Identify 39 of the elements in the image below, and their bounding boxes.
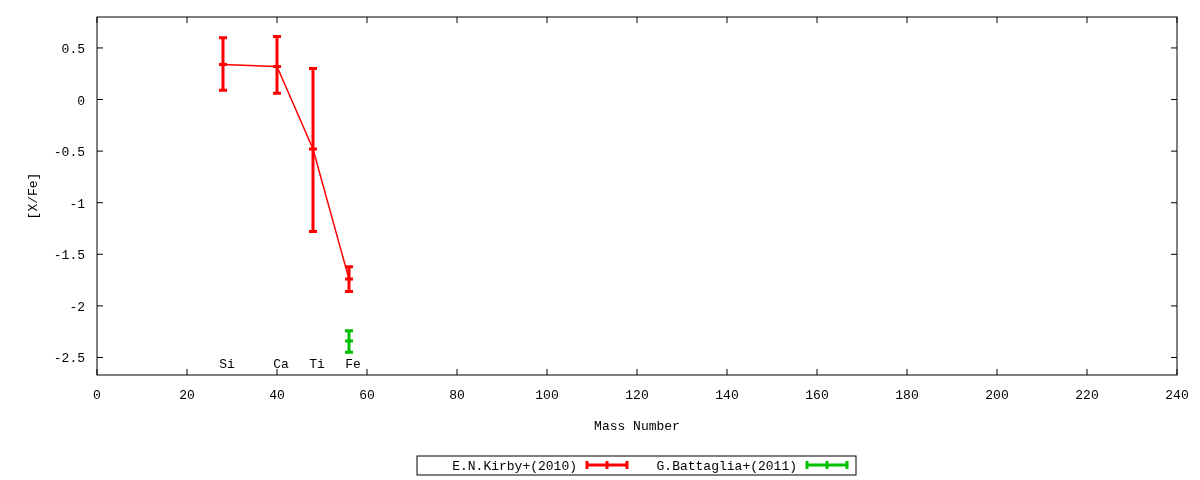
- tick-label: 20: [179, 388, 195, 403]
- tick-label: 100: [535, 388, 559, 403]
- tick-label: -2.5: [53, 351, 85, 367]
- element-label: Ca: [273, 357, 289, 372]
- tick-label: 0.5: [61, 41, 85, 57]
- error-bar: [343, 329, 355, 354]
- tick-label: 160: [805, 388, 829, 403]
- tick-label: 180: [895, 388, 919, 403]
- element-label: Ti: [309, 357, 325, 372]
- tick-label: 0: [93, 388, 101, 403]
- tick-label: -2: [69, 299, 85, 315]
- tick-label: 80: [449, 388, 465, 403]
- tick-label: 140: [715, 388, 739, 403]
- tick-label: -0.5: [53, 145, 85, 161]
- tick-label: 60: [359, 388, 375, 403]
- tick-label: 0: [77, 93, 85, 109]
- y-axis-label: [X/Fe]: [26, 172, 41, 220]
- tick-label: -1.5: [53, 248, 85, 264]
- tick-label: 40: [269, 388, 285, 403]
- data-point: [309, 147, 317, 151]
- tick-label: 120: [625, 388, 649, 403]
- x-axis-label: Mass Number: [594, 419, 680, 434]
- tick-label: 240: [1165, 388, 1189, 403]
- data-point: [345, 277, 353, 281]
- data-point: [345, 339, 353, 343]
- data-point: [273, 65, 281, 68]
- legend-label: E.N.Kirby+(2010): [452, 459, 577, 474]
- legend-sample: [805, 459, 849, 471]
- element-label: Si: [219, 357, 235, 372]
- tick-label: -1: [69, 196, 85, 212]
- error-bar: [343, 265, 355, 293]
- tick-label: 200: [985, 388, 1009, 403]
- tick-label: 220: [1075, 388, 1099, 403]
- data-point: [219, 62, 227, 66]
- error-bar: [217, 36, 229, 92]
- legend-label: G.Battaglia+(2011): [656, 459, 797, 474]
- legend-sample: [585, 459, 629, 471]
- error-bar: [271, 35, 283, 95]
- element-label: Fe: [345, 357, 361, 372]
